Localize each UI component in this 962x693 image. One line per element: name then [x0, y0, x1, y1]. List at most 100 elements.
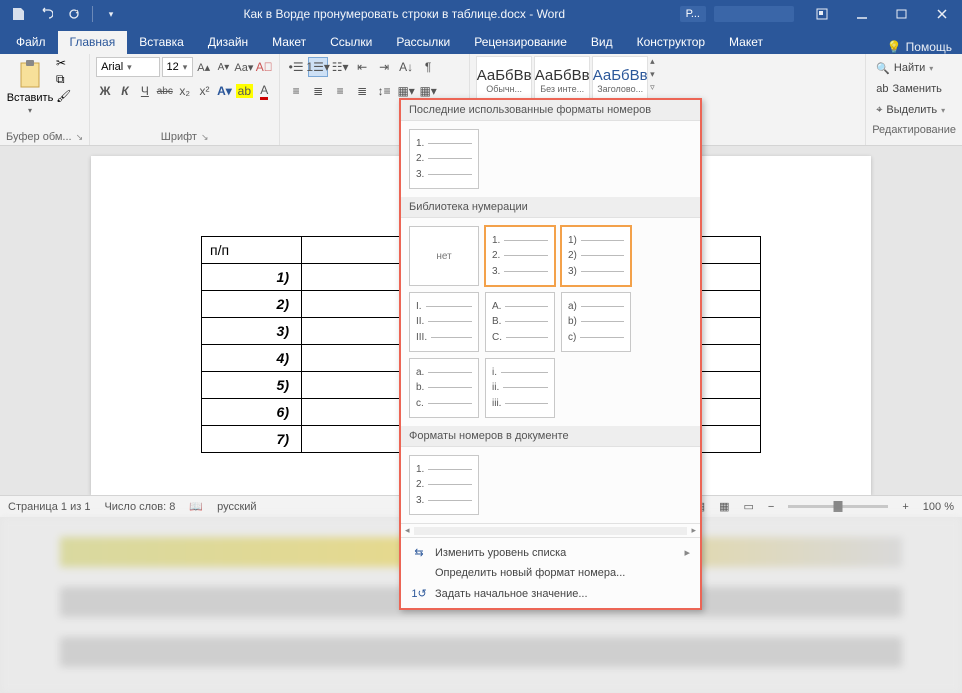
cut-icon[interactable]: ✂ — [56, 56, 71, 70]
font-size-combo[interactable]: 12 — [162, 57, 193, 77]
clipboard-icon — [14, 58, 46, 90]
styles-expand-icon[interactable]: ▿ — [650, 82, 655, 93]
page-indicator[interactable]: Страница 1 из 1 — [8, 501, 90, 513]
num-tile-doc[interactable]: 1. 2. 3. — [409, 455, 479, 515]
clear-format-icon[interactable]: A⃠ — [255, 57, 273, 77]
tab-review[interactable]: Рецензирование — [462, 31, 579, 54]
inc-indent-icon[interactable]: ⇥ — [374, 57, 394, 77]
row-number[interactable]: 3) — [202, 318, 302, 345]
format-painter-icon[interactable]: 🖌 — [56, 89, 71, 103]
bold-button[interactable]: Ж — [96, 81, 114, 101]
undo-icon[interactable] — [34, 3, 58, 25]
redo-icon[interactable] — [62, 3, 86, 25]
dropdown-scrollbar[interactable]: ◂▸ — [401, 523, 700, 537]
num-tile-123dot[interactable]: 1. 2. 3. — [485, 226, 555, 286]
zoom-level[interactable]: 100 % — [923, 501, 954, 513]
strike-button[interactable]: abc — [156, 81, 174, 101]
num-tile-recent[interactable]: 1. 2. 3. — [409, 129, 479, 189]
text-effects-icon[interactable]: A▾ — [216, 81, 234, 101]
tab-references[interactable]: Ссылки — [318, 31, 384, 54]
style-heading[interactable]: АаБбВвЗаголово... — [592, 56, 648, 104]
language-indicator[interactable]: русский — [217, 501, 256, 513]
find-button[interactable]: 🔍Найти▾ — [876, 58, 952, 78]
multilevel-icon[interactable]: ☷▾ — [330, 57, 350, 77]
show-marks-icon[interactable]: ¶ — [418, 57, 438, 77]
row-number[interactable]: 4) — [202, 345, 302, 372]
sort-icon[interactable]: A↓ — [396, 57, 416, 77]
select-button[interactable]: ⌖Выделить▾ — [876, 100, 952, 120]
tab-design[interactable]: Дизайн — [196, 31, 260, 54]
title-bar: ▾ Как в Ворде пронумеровать строки в таб… — [0, 0, 962, 28]
numbering-icon[interactable]: 1☰▾ — [308, 57, 328, 77]
launcher-icon[interactable]: ↘ — [201, 132, 209, 143]
minimize-icon[interactable] — [842, 3, 882, 25]
replace-button[interactable]: abЗаменить — [876, 79, 952, 99]
underline-button[interactable]: Ч — [136, 81, 154, 101]
tab-view[interactable]: Вид — [579, 31, 625, 54]
paste-button[interactable]: Вставить ▾ — [6, 56, 54, 117]
zoom-slider[interactable] — [788, 505, 888, 508]
copy-icon[interactable]: ⧉ — [56, 72, 71, 87]
align-right-icon[interactable]: ≡ — [330, 81, 350, 101]
tab-table-layout[interactable]: Макет — [717, 31, 775, 54]
tab-insert[interactable]: Вставка — [127, 31, 196, 54]
styles-more-icon[interactable]: ▾ — [650, 69, 655, 80]
change-case-icon[interactable]: Aa▾ — [234, 57, 253, 77]
zoom-in-icon[interactable]: + — [902, 501, 908, 513]
tab-table-design[interactable]: Конструктор — [625, 31, 717, 54]
highlight-icon[interactable]: ab — [235, 81, 253, 101]
dec-indent-icon[interactable]: ⇤ — [352, 57, 372, 77]
justify-icon[interactable]: ≣ — [352, 81, 372, 101]
tell-me[interactable]: 💡 Помощь — [877, 40, 962, 54]
num-tile-123paren[interactable]: 1) 2) 3) — [561, 226, 631, 286]
word-count[interactable]: Число слов: 8 — [104, 501, 175, 513]
style-normal[interactable]: АаБбВвОбычн... — [476, 56, 532, 104]
num-tile-abc-dot[interactable]: a. b. c. — [409, 358, 479, 418]
tab-file[interactable]: Файл — [4, 31, 58, 54]
view-web-icon[interactable]: ▭ — [744, 500, 754, 513]
num-tile-abc-upper[interactable]: A. B. C. — [485, 292, 555, 352]
save-icon[interactable] — [6, 3, 30, 25]
header-cell[interactable]: п/п — [202, 237, 302, 264]
qat-customize-icon[interactable]: ▾ — [99, 3, 123, 25]
num-tile-abc-paren[interactable]: a) b) c) — [561, 292, 631, 352]
maximize-icon[interactable] — [882, 3, 922, 25]
num-tile-roman[interactable]: I. II. III. — [409, 292, 479, 352]
num-tile-none[interactable]: нет — [409, 226, 479, 286]
subscript-button[interactable]: x₂ — [176, 81, 194, 101]
tab-home[interactable]: Главная — [58, 31, 128, 54]
font-name-combo[interactable]: Arial — [96, 57, 159, 77]
row-number[interactable]: 5) — [202, 372, 302, 399]
shrink-font-icon[interactable]: A▾ — [215, 57, 233, 77]
ribbon-options-icon[interactable] — [802, 3, 842, 25]
bullets-icon[interactable]: •☰ — [286, 57, 306, 77]
line-spacing-icon[interactable]: ↕≡ — [374, 81, 394, 101]
set-start-value[interactable]: 1↺Задать начальное значение... — [401, 583, 700, 604]
change-list-level[interactable]: ⇆Изменить уровень списка▸ — [401, 542, 700, 563]
italic-button[interactable]: К — [116, 81, 134, 101]
style-sample-text: АаБбВв — [477, 67, 532, 84]
font-color-icon[interactable]: A — [255, 81, 273, 101]
superscript-button[interactable]: x² — [196, 81, 214, 101]
close-icon[interactable] — [922, 3, 962, 25]
spellcheck-icon[interactable]: 📖 — [189, 500, 203, 513]
tab-layout[interactable]: Макет — [260, 31, 318, 54]
paste-label: Вставить — [7, 92, 54, 104]
view-read-icon[interactable]: ▦ — [719, 500, 729, 513]
row-number[interactable]: 6) — [202, 399, 302, 426]
zoom-out-icon[interactable]: − — [768, 501, 774, 513]
num-tile-roman-lower[interactable]: i. ii. iii. — [485, 358, 555, 418]
account-badge[interactable]: Р... — [680, 6, 706, 22]
align-center-icon[interactable]: ≣ — [308, 81, 328, 101]
row-number[interactable]: 1) — [202, 264, 302, 291]
style-nospacing[interactable]: АаБбВвБез инте... — [534, 56, 590, 104]
row-number[interactable]: 7) — [202, 426, 302, 453]
launcher-icon[interactable]: ↘ — [76, 132, 84, 143]
grow-font-icon[interactable]: A▴ — [195, 57, 213, 77]
account-name-obscured — [714, 6, 794, 22]
tab-mailings[interactable]: Рассылки — [384, 31, 462, 54]
align-left-icon[interactable]: ≡ — [286, 81, 306, 101]
styles-more-icon[interactable]: ▴ — [650, 56, 655, 67]
define-new-format[interactable]: Определить новый формат номера... — [401, 563, 700, 583]
row-number[interactable]: 2) — [202, 291, 302, 318]
